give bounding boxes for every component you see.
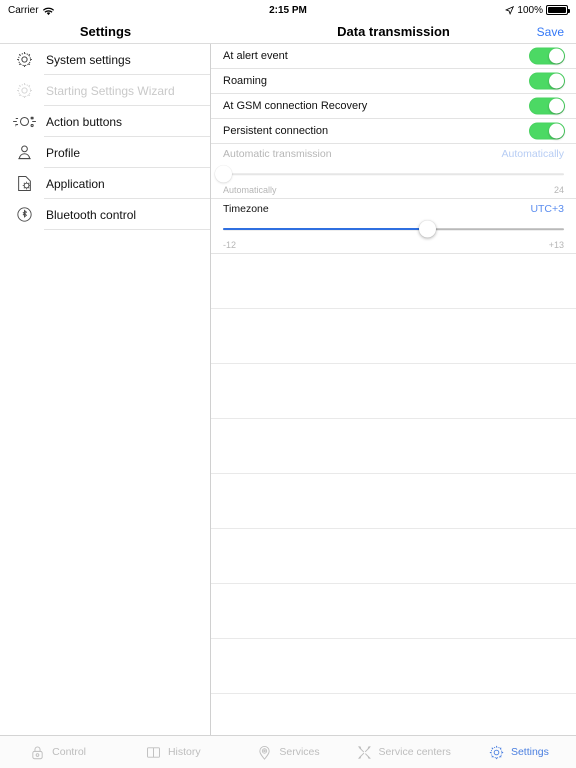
status-bar: Carrier 2:15 PM 100% xyxy=(0,0,576,20)
save-button[interactable]: Save xyxy=(537,25,564,39)
slider-max-label: 24 xyxy=(553,184,564,195)
slider-min-label: -12 xyxy=(223,239,237,250)
battery-full-icon xyxy=(546,5,570,15)
slider-min-label: Automatically xyxy=(223,184,277,195)
setting-row: At alert event xyxy=(211,44,576,69)
setting-label: At GSM connection Recovery xyxy=(223,100,368,112)
detail-panel: At alert event Roaming At GSM connection R… xyxy=(211,44,576,735)
slider-group: Timezone UTC+3 -12 +13 xyxy=(211,199,576,254)
toggle-switch[interactable] xyxy=(529,122,565,140)
tab-history[interactable]: History xyxy=(115,736,230,768)
slider-header: Automatic transmission Automatically xyxy=(223,144,564,164)
empty-table-row xyxy=(211,419,576,474)
sidebar-item-application[interactable]: Application xyxy=(0,168,210,199)
detail-navbar: Data transmission Save xyxy=(211,20,576,44)
empty-table-row xyxy=(211,584,576,639)
tab-service-centers[interactable]: Service centers xyxy=(346,736,461,768)
empty-table-row xyxy=(211,474,576,529)
empty-table-row xyxy=(211,309,576,364)
slider[interactable] xyxy=(214,164,564,184)
bluetooth-icon xyxy=(10,201,38,229)
sidebar-item-bluetooth-control[interactable]: Bluetooth control xyxy=(0,199,210,230)
slider-group: Automatic transmission Automatically Autom… xyxy=(211,144,576,199)
toggle-switch[interactable] xyxy=(529,47,565,65)
tab-bar: Control History Services Service centers Set… xyxy=(0,735,576,768)
tab-label: History xyxy=(167,746,201,758)
slider-footer: Automatically 24 xyxy=(223,184,564,198)
status-bar-time: 2:15 PM xyxy=(269,4,307,16)
action-buttons-icon: P xyxy=(10,108,38,136)
book-icon xyxy=(145,744,162,761)
sidebar-item-label: Action buttons xyxy=(46,114,123,129)
sidebar-title: Settings xyxy=(79,24,132,39)
empty-table-row xyxy=(211,254,576,309)
sidebar-item-label: Bluetooth control xyxy=(46,207,137,222)
setting-label: At alert event xyxy=(223,50,288,62)
tab-label: Service centers xyxy=(378,746,451,758)
empty-table-row xyxy=(211,639,576,694)
tab-label: Control xyxy=(52,746,87,758)
toggle-switch[interactable] xyxy=(529,72,565,90)
sidebar-item-profile[interactable]: Profile xyxy=(0,137,210,168)
slider-max-label: +13 xyxy=(548,239,564,250)
slider[interactable] xyxy=(223,219,564,239)
svg-text:P: P xyxy=(15,123,18,128)
app-gear-icon xyxy=(10,170,38,198)
page-title: Data transmission xyxy=(337,24,450,39)
sidebar-item-label: System settings xyxy=(46,52,131,67)
slider-footer: -12 +13 xyxy=(223,239,564,253)
toggle-knob xyxy=(549,48,564,64)
setting-row: At GSM connection Recovery xyxy=(211,94,576,119)
toggle-switch[interactable] xyxy=(529,97,565,115)
toggle-knob xyxy=(549,123,564,139)
sidebar-navbar: Settings xyxy=(0,20,211,44)
gear-icon xyxy=(488,744,505,761)
tab-settings[interactable]: Settings xyxy=(461,736,576,768)
sidebar-item-label: Application xyxy=(46,176,105,191)
lock-icon xyxy=(29,744,46,761)
location-arrow-icon xyxy=(505,5,515,15)
slider-thumb[interactable] xyxy=(214,165,232,183)
empty-table-row xyxy=(211,529,576,584)
sidebar-item-label: Profile xyxy=(46,145,81,160)
slider-title: Timezone xyxy=(223,203,269,215)
slider-track xyxy=(223,173,564,175)
tab-services[interactable]: Services xyxy=(230,736,345,768)
setting-row: Persistent connection xyxy=(211,119,576,144)
slider-fill xyxy=(223,228,428,230)
setting-label: Persistent connection xyxy=(223,125,329,137)
tab-label: Settings xyxy=(510,746,549,758)
toggle-knob xyxy=(549,98,564,114)
slider-header: Timezone UTC+3 xyxy=(223,199,564,219)
person-icon xyxy=(10,139,38,167)
slider-value[interactable]: UTC+3 xyxy=(530,203,564,215)
status-bar-right: 100% xyxy=(505,4,570,16)
gear-icon xyxy=(10,77,38,105)
map-pin-icon xyxy=(256,744,273,761)
wrench-screwdriver-icon xyxy=(356,744,373,761)
slider-title: Automatic transmission xyxy=(223,148,332,160)
sidebar-item-action-buttons[interactable]: P Action buttons xyxy=(0,106,210,137)
sidebar-item-label: Starting Settings Wizard xyxy=(46,83,175,98)
setting-row: Roaming xyxy=(211,69,576,94)
toggle-knob xyxy=(549,73,564,89)
app-root: Carrier 2:15 PM 100% Settings Data trans… xyxy=(0,0,576,768)
empty-table-row xyxy=(211,364,576,419)
sidebar: System settings Starting Settings Wizard P… xyxy=(0,44,211,735)
tab-control[interactable]: Control xyxy=(0,736,115,768)
battery-percent-label: 100% xyxy=(517,4,543,16)
gear-icon xyxy=(10,46,38,74)
slider-thumb[interactable] xyxy=(419,220,437,238)
sidebar-item-system-settings[interactable]: System settings xyxy=(0,44,210,75)
slider-value[interactable]: Automatically xyxy=(502,148,564,160)
setting-label: Roaming xyxy=(223,75,268,87)
tab-label: Services xyxy=(279,746,320,758)
empty-table-row xyxy=(211,694,576,735)
sidebar-item-starting-settings-wizard: Starting Settings Wizard xyxy=(0,75,210,106)
